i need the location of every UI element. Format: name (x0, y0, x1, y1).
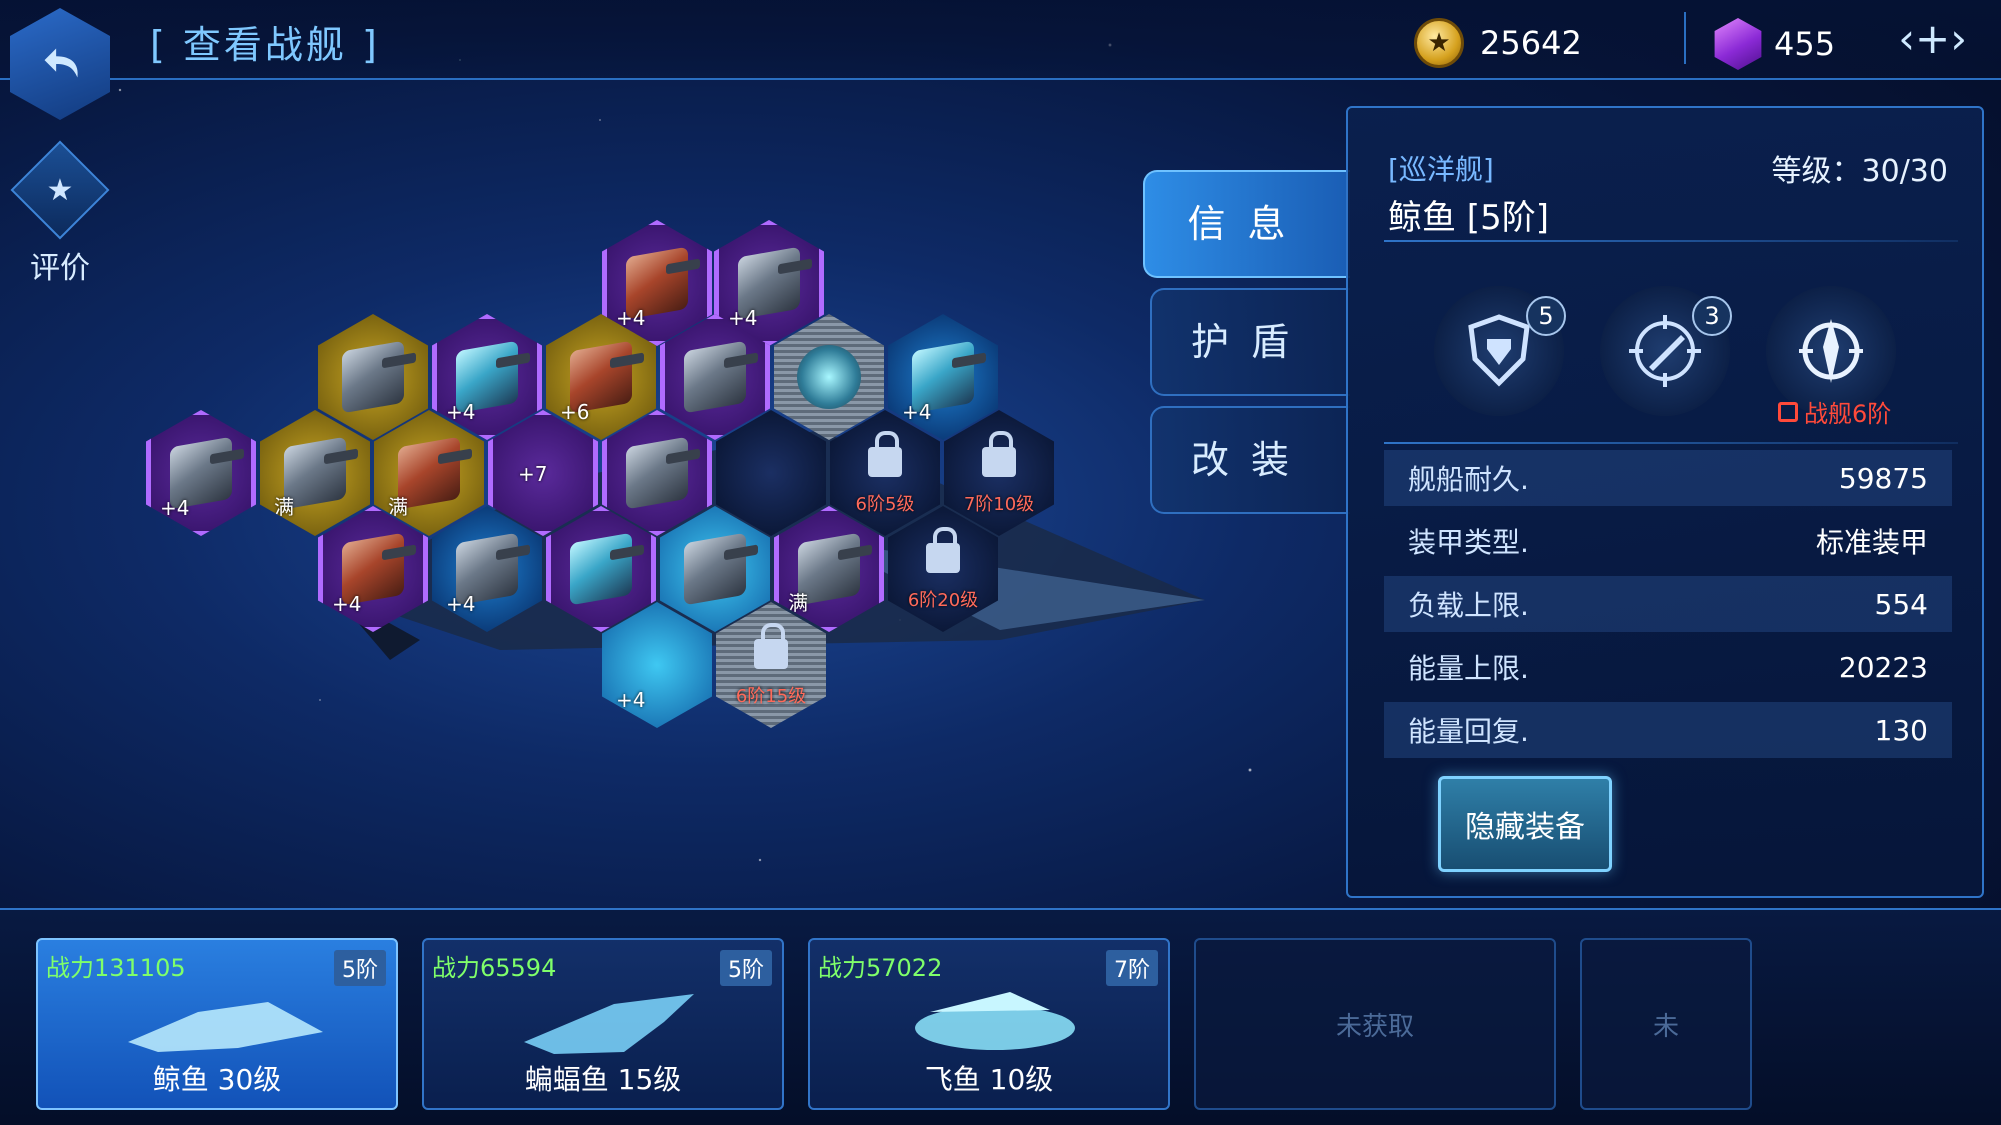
ship-selector-bar: 战力131105 5阶 鲸鱼 30级 战力65594 5阶 蝙蝠鱼 15级 战力… (0, 908, 2001, 1125)
tab-modify[interactable]: 改装 (1150, 406, 1350, 514)
hide-equipment-button[interactable]: 隐藏装备 (1438, 776, 1612, 872)
stat-row-armor-type: 装甲类型. 标准装甲 (1408, 526, 1928, 559)
gem-amount: 455 (1774, 25, 1836, 63)
ship-card-empty[interactable]: 未获取 (1194, 938, 1556, 1110)
gem-display: 455 (1712, 18, 1835, 70)
skill-lock-requirement: 战舰6阶 (1778, 394, 1891, 429)
skill-missile[interactable]: 3 (1600, 286, 1732, 416)
rating-diamond-icon: ★ (10, 140, 110, 240)
top-bar: [ 查看战舰 ] ★ 25642 455 ‹+› (0, 0, 2001, 120)
tab-info[interactable]: 信息 (1143, 170, 1350, 278)
back-arrow-icon (44, 48, 78, 78)
gold-display: ★ 25642 (1414, 18, 1582, 68)
ship-name: 鲸鱼 [5阶] (1388, 198, 1549, 238)
equipment-slot[interactable]: +4 (146, 410, 256, 536)
add-currency-button[interactable]: ‹+› (1898, 14, 1967, 63)
target-skill-icon (1799, 319, 1863, 383)
heavy-cannon-icon (626, 436, 688, 510)
stat-row-load-limit: 负载上限. 554 (1384, 576, 1952, 632)
ship-card-flyingfish[interactable]: 战力57022 7阶 飞鱼 10级 (808, 938, 1170, 1110)
shield-orb-icon (797, 345, 861, 409)
plasma-cannon-icon (570, 532, 632, 606)
ship-card-batfish[interactable]: 战力65594 5阶 蝙蝠鱼 15级 (422, 938, 784, 1110)
lock-icon (926, 527, 960, 573)
cannon-icon (342, 340, 404, 414)
ship-level: 等级：30/30 (1771, 154, 1948, 189)
lock-icon (1778, 401, 1798, 422)
rating-label: 评价 (30, 251, 90, 286)
star-document-icon: ★ (46, 172, 74, 208)
divider (1384, 442, 1958, 444)
gold-amount: 25642 (1480, 24, 1582, 62)
rating-button[interactable]: ★ 评价 (10, 140, 110, 286)
skill-level-badge: 3 (1692, 296, 1732, 336)
back-button[interactable] (10, 8, 110, 120)
gold-coin-icon: ★ (1414, 18, 1464, 68)
ship-card-empty[interactable]: 未 (1580, 938, 1752, 1110)
stat-row-durability: 舰船耐久. 59875 (1384, 450, 1952, 506)
equipment-slot[interactable]: 满 (260, 410, 370, 536)
divider (1384, 240, 1958, 242)
page-title: [ 查看战舰 ] (150, 23, 380, 67)
heavy-cannon-icon (684, 340, 746, 414)
stat-row-energy-limit: 能量上限. 20223 (1408, 650, 1928, 686)
skill-armor[interactable]: 5 (1434, 286, 1566, 416)
ship-icon (128, 1002, 323, 1052)
stat-row-energy-regen: 能量回复. 130 (1384, 702, 1952, 758)
ship-icon (915, 992, 1075, 1050)
ship-info-panel: [巡洋舰] 等级：30/30 鲸鱼 [5阶] 5 3 战舰6阶 舰船耐久. 59… (1346, 106, 1984, 898)
ship-icon (524, 994, 694, 1054)
ship-card-whale[interactable]: 战力131105 5阶 鲸鱼 30级 (36, 938, 398, 1110)
lock-icon (868, 431, 902, 477)
heavy-turret-icon (684, 532, 746, 606)
purple-gem-icon (1714, 18, 1762, 70)
ship-class: [巡洋舰] (1388, 153, 1494, 186)
skill-level-badge: 5 (1526, 296, 1566, 336)
tab-shield[interactable]: 护盾 (1150, 288, 1350, 396)
lock-icon (982, 431, 1016, 477)
divider (1684, 12, 1686, 64)
lock-icon (754, 623, 788, 669)
